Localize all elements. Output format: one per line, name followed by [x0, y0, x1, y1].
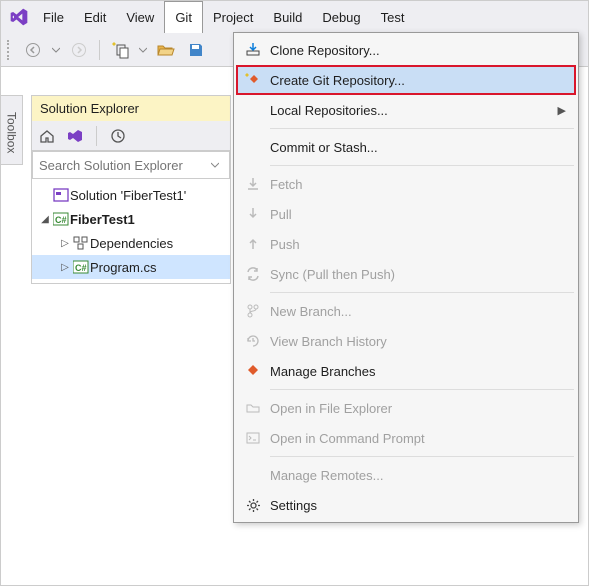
open-button[interactable]: [152, 36, 180, 64]
menu-open-cmd: Open in Command Prompt: [236, 423, 576, 453]
menu-settings[interactable]: Settings: [236, 490, 576, 520]
csharp-file-icon: C#: [72, 260, 90, 274]
menu-sep: [270, 128, 574, 129]
menu-sep: [270, 292, 574, 293]
svg-text:C#: C#: [75, 263, 87, 273]
menu-test[interactable]: Test: [371, 1, 415, 33]
panel-sep: [96, 126, 97, 146]
menu-label: Pull: [270, 207, 292, 222]
clone-icon: [236, 42, 270, 58]
push-icon: [236, 237, 270, 251]
menu-project[interactable]: Project: [203, 1, 263, 33]
menu-fetch: Fetch: [236, 169, 576, 199]
new-branch-icon: [236, 304, 270, 318]
tree-label: Program.cs: [90, 260, 156, 275]
gear-icon: [236, 498, 270, 513]
terminal-icon: [236, 431, 270, 445]
expander-icon[interactable]: ▷: [58, 238, 72, 249]
branches-icon: [236, 364, 270, 378]
expander-icon[interactable]: ▷: [58, 262, 72, 273]
menu-label: Open in File Explorer: [270, 401, 392, 416]
tree-program[interactable]: ▷ C# Program.cs: [32, 255, 230, 279]
toolbar-handle[interactable]: [7, 40, 13, 60]
menu-create-repo[interactable]: Create Git Repository...: [236, 65, 576, 95]
dependencies-icon: [72, 236, 90, 250]
menu-label: Manage Remotes...: [270, 468, 383, 483]
sync-icon: [236, 267, 270, 281]
menu-push: Push: [236, 229, 576, 259]
menu-view[interactable]: View: [116, 1, 164, 33]
menu-label: Local Repositories...: [270, 103, 388, 118]
tree-label: Dependencies: [90, 236, 173, 251]
new-item-button[interactable]: [106, 36, 134, 64]
history-icon: [236, 334, 270, 348]
search-drop-icon[interactable]: [203, 152, 227, 178]
menu-git[interactable]: Git: [164, 1, 203, 33]
menu-label: Manage Branches: [270, 364, 376, 379]
menu-local-repos[interactable]: Local Repositories... ▶: [236, 95, 576, 125]
toolbar-sep: [99, 40, 100, 60]
expander-icon[interactable]: ◢: [38, 214, 52, 225]
panel-search: [32, 151, 230, 179]
menubar: File Edit View Git Project Build Debug T…: [1, 1, 588, 33]
csharp-project-icon: C#: [52, 212, 70, 226]
nav-back-drop-icon[interactable]: [49, 36, 63, 64]
menu-edit[interactable]: Edit: [74, 1, 116, 33]
menu-view-history: View Branch History: [236, 326, 576, 356]
submenu-arrow-icon: ▶: [558, 104, 566, 117]
menu-label: Open in Command Prompt: [270, 431, 425, 446]
menu-label: View Branch History: [270, 334, 387, 349]
pending-changes-icon[interactable]: [107, 122, 129, 150]
menu-label: Fetch: [270, 177, 303, 192]
create-repo-icon: [236, 72, 270, 88]
solution-explorer-panel: Solution Explorer Solution 'FiberTest1' …: [31, 95, 231, 284]
menu-debug[interactable]: Debug: [312, 1, 370, 33]
menu-open-explorer: Open in File Explorer: [236, 393, 576, 423]
menu-file[interactable]: File: [33, 1, 74, 33]
menu-clone-repo[interactable]: Clone Repository...: [236, 35, 576, 65]
menu-label: New Branch...: [270, 304, 352, 319]
menu-label: Push: [270, 237, 300, 252]
menu-label: Create Git Repository...: [270, 73, 405, 88]
solution-icon: [52, 187, 70, 203]
solution-tree: Solution 'FiberTest1' ◢ C# FiberTest1 ▷ …: [32, 179, 230, 283]
menu-label: Commit or Stash...: [270, 140, 378, 155]
menu-commit[interactable]: Commit or Stash...: [236, 132, 576, 162]
menu-sep: [270, 165, 574, 166]
tree-project[interactable]: ◢ C# FiberTest1: [32, 207, 230, 231]
menu-build[interactable]: Build: [263, 1, 312, 33]
pull-icon: [236, 207, 270, 221]
switch-views-icon[interactable]: [64, 122, 86, 150]
nav-back-button[interactable]: [19, 36, 47, 64]
menu-label: Sync (Pull then Push): [270, 267, 395, 282]
folder-icon: [236, 401, 270, 415]
vs-logo-icon: [5, 1, 33, 33]
save-button[interactable]: [182, 36, 210, 64]
menu-new-branch: New Branch...: [236, 296, 576, 326]
menu-pull: Pull: [236, 199, 576, 229]
fetch-icon: [236, 177, 270, 191]
panel-toolbar: [32, 121, 230, 151]
toolbox-tab[interactable]: Toolbox: [1, 95, 23, 165]
svg-text:C#: C#: [55, 215, 67, 225]
menu-sep: [270, 389, 574, 390]
git-dropdown: Clone Repository... Create Git Repositor…: [233, 32, 579, 523]
new-item-drop-icon[interactable]: [136, 36, 150, 64]
menu-sync: Sync (Pull then Push): [236, 259, 576, 289]
menu-label: Settings: [270, 498, 317, 513]
home-icon[interactable]: [36, 122, 58, 150]
menu-manage-remotes: Manage Remotes...: [236, 460, 576, 490]
tree-dependencies[interactable]: ▷ Dependencies: [32, 231, 230, 255]
panel-title: Solution Explorer: [32, 96, 230, 121]
tree-label: FiberTest1: [70, 212, 135, 227]
nav-fwd-button[interactable]: [65, 36, 93, 64]
menu-label: Clone Repository...: [270, 43, 380, 58]
menu-manage-branches[interactable]: Manage Branches: [236, 356, 576, 386]
search-input[interactable]: [33, 153, 203, 178]
menu-sep: [270, 456, 574, 457]
tree-solution[interactable]: Solution 'FiberTest1': [32, 183, 230, 207]
tree-label: Solution 'FiberTest1': [70, 188, 186, 203]
